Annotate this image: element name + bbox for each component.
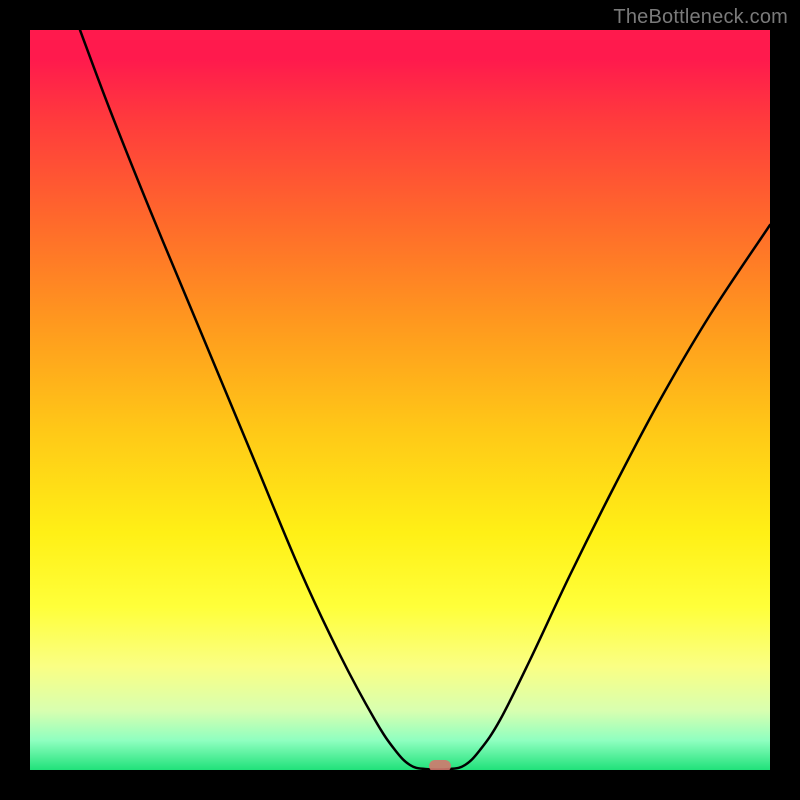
chart-container: TheBottleneck.com xyxy=(0,0,800,800)
plot-area xyxy=(30,30,770,770)
watermark-text: TheBottleneck.com xyxy=(613,6,788,29)
line-curve xyxy=(30,30,770,770)
minimum-marker xyxy=(429,760,451,770)
